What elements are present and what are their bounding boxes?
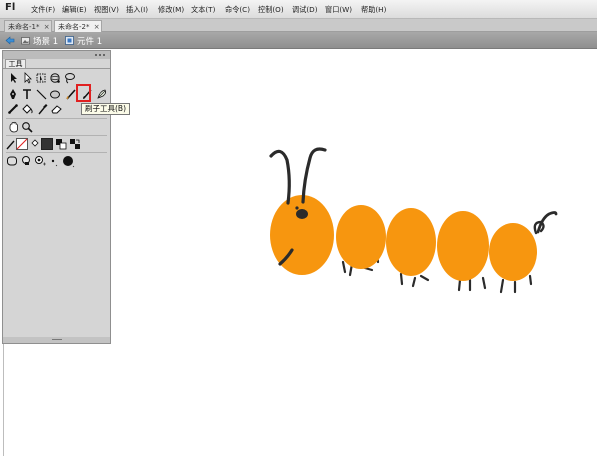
brush-tool-highlight <box>76 84 91 102</box>
small-dot-icon <box>51 159 58 167</box>
selection-tool[interactable] <box>7 72 20 84</box>
leg <box>499 278 505 294</box>
selection-tool-icon <box>11 73 17 83</box>
no-color-swatch-icon <box>16 138 28 150</box>
eye <box>296 209 308 219</box>
lasso-tool-icon <box>65 73 75 84</box>
3d-rotation-tool[interactable] <box>49 72 62 84</box>
free-transform-tool[interactable] <box>35 72 48 84</box>
antenna-right <box>301 147 327 204</box>
leg <box>341 260 347 274</box>
hand-tool-icon <box>9 121 18 133</box>
pencil-icon <box>6 140 15 150</box>
body-segment <box>489 223 537 281</box>
lock-fill-option[interactable] <box>20 155 33 167</box>
leg <box>481 276 487 290</box>
hand-tool[interactable] <box>7 121 20 133</box>
tools-separator <box>6 135 107 136</box>
body-segment <box>336 205 386 269</box>
subselection-tool[interactable] <box>21 72 34 84</box>
default-colors-icon <box>56 139 67 150</box>
object-drawing-icon <box>7 156 17 166</box>
text-tool[interactable] <box>21 88 34 100</box>
stroke-color-pencil <box>6 138 16 150</box>
line-tool[interactable] <box>35 88 48 100</box>
eyedropper-tool[interactable] <box>36 103 49 115</box>
stroke-color-swatch[interactable] <box>16 138 28 150</box>
tools-panel: 工具 <box>2 50 111 344</box>
eraser-tool[interactable] <box>50 103 63 115</box>
bone-tool-icon <box>8 104 18 114</box>
swap-colors-icon <box>70 139 80 149</box>
leg <box>419 274 430 282</box>
default-colors-button[interactable] <box>55 138 67 150</box>
oval-tool[interactable] <box>49 88 62 100</box>
brush-tool-tooltip: 刷子工具(B) <box>81 103 130 115</box>
bucket-icon <box>31 139 39 147</box>
text-tool-icon <box>23 89 31 99</box>
lock-fill-icon <box>22 156 30 165</box>
zoom-tool[interactable] <box>21 121 34 133</box>
pen-tool-icon <box>10 89 16 99</box>
eyedropper-tool-icon <box>38 104 48 115</box>
panel-grip-icon <box>99 54 101 56</box>
paint-bucket-tool-icon <box>22 104 33 114</box>
panel-grip-icon <box>95 54 97 56</box>
paint-bucket-tool[interactable] <box>21 103 34 115</box>
deco-tool-icon <box>97 89 107 99</box>
eraser-tool-icon <box>51 105 62 114</box>
antenna-left <box>269 149 291 205</box>
oval-tool-icon <box>50 90 60 99</box>
subselection-tool-icon <box>24 72 32 84</box>
tools-panel-titlebar[interactable] <box>3 51 110 59</box>
brush-mode-option[interactable] <box>34 155 47 167</box>
3d-rotation-tool-icon <box>50 73 60 83</box>
lasso-tool[interactable] <box>63 72 76 84</box>
brush-mode-icon <box>35 156 46 166</box>
body-segment <box>437 211 489 281</box>
tools-panel-footer <box>3 337 110 343</box>
large-dot-icon <box>63 156 75 168</box>
line-tool-icon <box>36 89 47 100</box>
free-transform-tool-icon <box>36 73 46 83</box>
tools-separator <box>6 152 107 153</box>
leg <box>411 276 417 288</box>
bone-tool[interactable] <box>7 103 20 115</box>
tools-resize-handle[interactable] <box>52 339 62 340</box>
fill-color-bucket <box>31 138 40 150</box>
eye-dot <box>295 206 299 210</box>
fill-color-swatch[interactable] <box>41 138 53 150</box>
tools-separator <box>6 118 107 119</box>
caterpillar-body <box>270 195 537 281</box>
deco-tool[interactable] <box>96 88 109 100</box>
leg <box>399 272 404 286</box>
body-segment <box>386 208 436 276</box>
pen-tool[interactable] <box>7 88 20 100</box>
zoom-tool-icon <box>22 122 33 133</box>
panel-grip-icon <box>103 54 105 56</box>
object-drawing-option[interactable] <box>6 155 19 167</box>
tools-panel-divider <box>3 68 110 69</box>
brush-size-large[interactable] <box>61 154 75 168</box>
leg <box>457 278 462 292</box>
leg <box>528 274 533 286</box>
fill-swatch-icon <box>41 138 53 150</box>
swap-colors-button[interactable] <box>69 138 81 150</box>
brush-size-small[interactable] <box>50 155 58 167</box>
